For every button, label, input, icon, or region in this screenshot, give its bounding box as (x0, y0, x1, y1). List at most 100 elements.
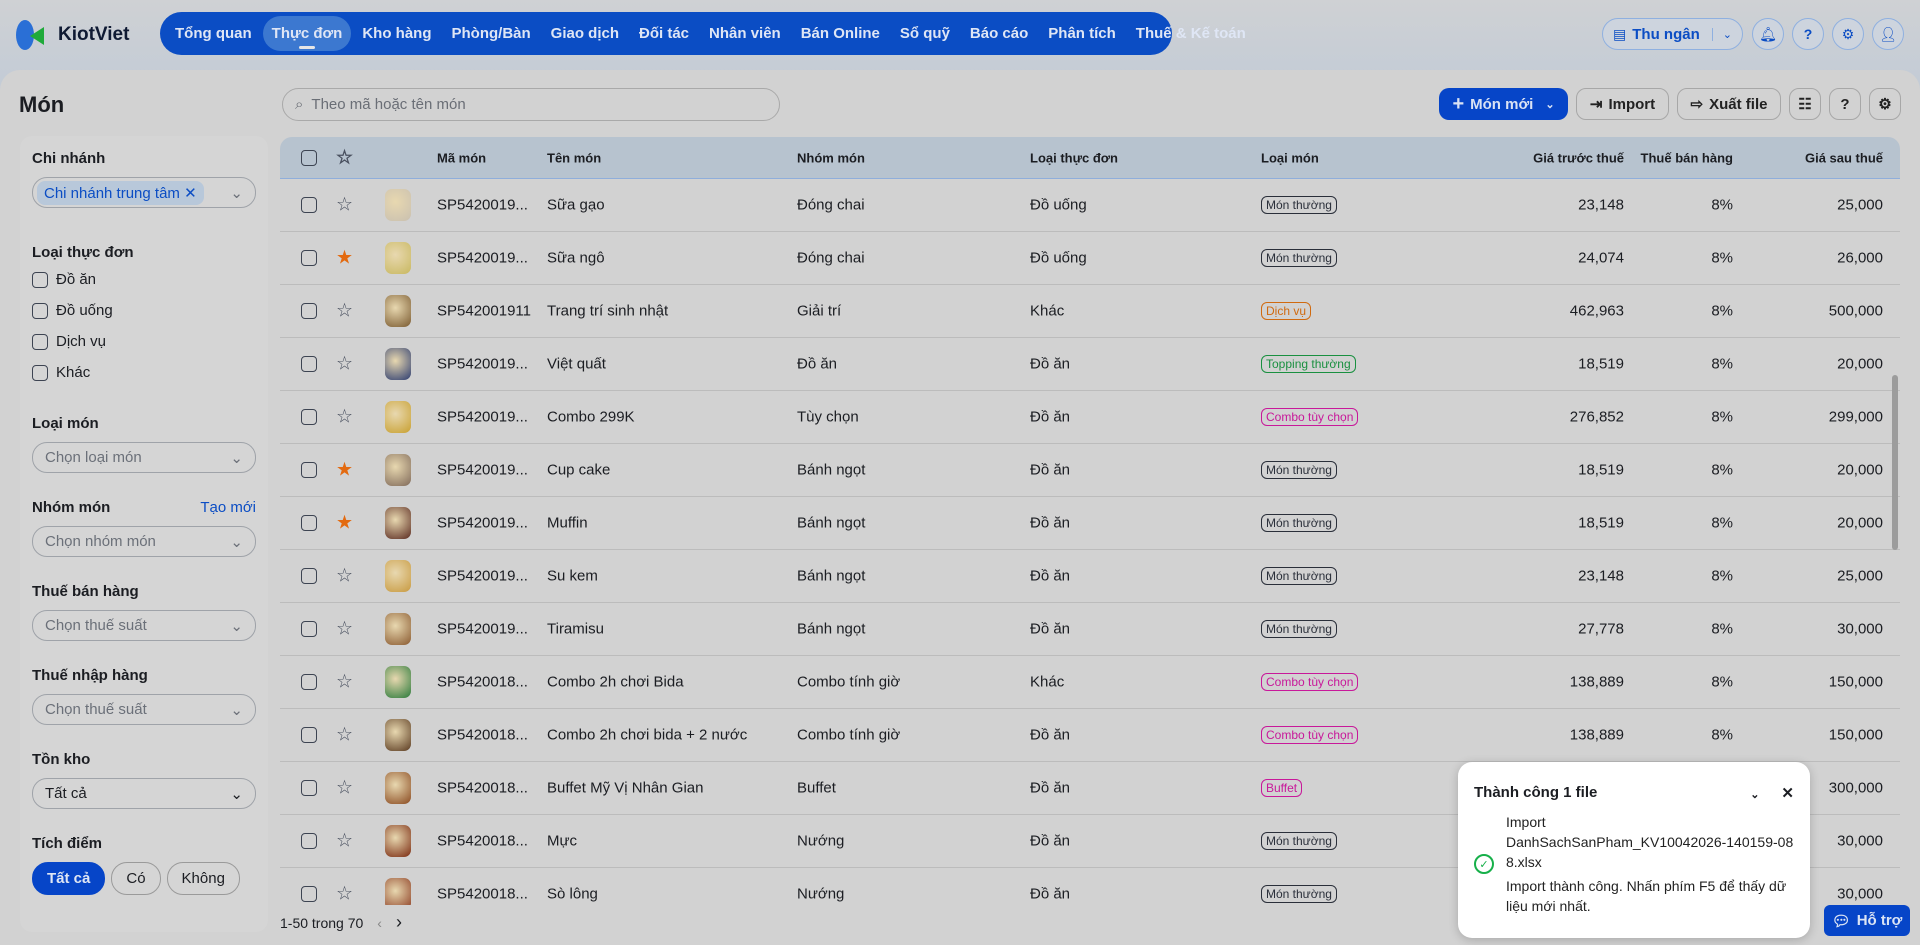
star-outline-icon[interactable]: ☆ (336, 671, 353, 694)
cashier-label[interactable]: Thu ngân (1632, 26, 1700, 43)
menu-type-checkbox[interactable]: Khác (32, 364, 256, 381)
column-toggle-icon[interactable]: ☷ (1789, 88, 1821, 120)
table-row[interactable]: ☆ SP5420018... Combo 2h chơi bida + 2 nước… (280, 709, 1900, 762)
column-header[interactable]: Mã món (437, 150, 486, 165)
menu-type-checkbox[interactable]: Đồ uống (32, 302, 256, 319)
table-row[interactable]: ☆ SP5420019... Sữa gạo Đóng chai Đồ uống Món … (280, 179, 1900, 232)
cashier-button-group[interactable]: ▤ Thu ngân ⌄ (1602, 18, 1743, 50)
checkbox[interactable] (32, 302, 48, 319)
star-outline-icon[interactable]: ☆ (336, 194, 353, 217)
item-code[interactable]: SP5420018... (437, 674, 528, 691)
item-name[interactable]: Combo 299K (547, 409, 635, 426)
nav-item[interactable]: Thực đơn (262, 16, 352, 51)
star-outline-icon[interactable]: ☆ (336, 724, 353, 747)
row-checkbox[interactable] (301, 568, 317, 584)
table-row[interactable]: ☆ SP5420019... Combo 299K Tùy chọn Đồ ăn Comb… (280, 391, 1900, 444)
item-name[interactable]: Sữa ngô (547, 250, 605, 267)
row-checkbox[interactable] (301, 780, 317, 796)
stock-select[interactable]: Tất cả ⌄ (32, 778, 256, 809)
star-filled-icon[interactable]: ★ (336, 512, 353, 535)
table-row[interactable]: ☆ SP5420018... Combo 2h chơi Bida Combo tín… (280, 656, 1900, 709)
item-code[interactable]: SP5420019... (437, 462, 528, 479)
notification-bell-icon[interactable]: 🔔︎ (1752, 18, 1784, 50)
row-checkbox[interactable] (301, 197, 317, 213)
scrollbar[interactable] (1892, 375, 1898, 550)
column-header[interactable]: Loại thực đơn (1030, 150, 1118, 165)
nav-item[interactable]: Phân tích (1039, 16, 1125, 51)
chevron-down-icon[interactable]: ⌄ (1711, 27, 1732, 41)
star-outline-icon[interactable]: ☆ (336, 353, 353, 376)
nav-item[interactable]: Tổng quan (166, 16, 261, 51)
row-checkbox[interactable] (301, 409, 317, 425)
row-checkbox[interactable] (301, 621, 317, 637)
nav-item[interactable]: Giao dịch (542, 16, 628, 51)
points-option[interactable]: Tất cả (32, 862, 106, 895)
row-checkbox[interactable] (301, 886, 317, 902)
settings-gear-icon[interactable]: ⚙ (1832, 18, 1864, 50)
item-name[interactable]: Tiramisu (547, 621, 604, 638)
column-header[interactable]: Thuế bán hàng (1641, 150, 1733, 165)
row-checkbox[interactable] (301, 356, 317, 372)
item-name[interactable]: Su kem (547, 568, 598, 585)
table-row[interactable]: ☆ SP542001911 Trang trí sinh nhật Giải trí K… (280, 285, 1900, 338)
points-option[interactable]: Có (111, 862, 161, 895)
star-outline-icon[interactable]: ☆ (336, 618, 353, 641)
item-code[interactable]: SP5420018... (437, 833, 528, 850)
item-code[interactable]: SP5420018... (437, 727, 528, 744)
nav-item[interactable]: Phòng/Bàn (443, 16, 540, 51)
column-header[interactable]: Giá sau thuế (1805, 150, 1883, 165)
item-name[interactable]: Combo 2h chơi bida + 2 nước (547, 727, 747, 744)
column-header[interactable]: Nhóm món (797, 150, 865, 165)
star-filled-icon[interactable]: ★ (336, 459, 353, 482)
row-checkbox[interactable] (301, 833, 317, 849)
row-checkbox[interactable] (301, 462, 317, 478)
item-name[interactable]: Buffet Mỹ Vị Nhân Gian (547, 780, 703, 797)
import-button[interactable]: ⇥ Import (1576, 88, 1669, 120)
menu-type-checkbox[interactable]: Dịch vụ (32, 333, 256, 350)
item-type-select[interactable]: Chọn loại món ⌄ (32, 442, 256, 473)
checkbox[interactable] (32, 271, 48, 288)
item-code[interactable]: SP5420019... (437, 515, 528, 532)
item-code[interactable]: SP5420019... (437, 356, 528, 373)
group-select[interactable]: Chọn nhóm món ⌄ (32, 526, 256, 557)
table-row[interactable]: ☆ SP5420019... Việt quất Đồ ăn Đồ ăn Topping … (280, 338, 1900, 391)
item-code[interactable]: SP5420019... (437, 568, 528, 585)
item-code[interactable]: SP5420019... (437, 621, 528, 638)
create-group-link[interactable]: Tạo mới (200, 499, 256, 516)
nav-item[interactable]: Nhân viên (700, 16, 790, 51)
nav-item[interactable]: Đối tác (630, 16, 698, 51)
next-page-icon[interactable]: › (396, 912, 402, 933)
column-header[interactable]: Giá trước thuế (1533, 150, 1624, 165)
column-header[interactable]: Tên món (547, 150, 601, 165)
sales-tax-select[interactable]: Chọn thuế suất ⌄ (32, 610, 256, 641)
table-row[interactable]: ☆ SP5420019... Su kem Bánh ngọt Đồ ăn Món thư… (280, 550, 1900, 603)
logo[interactable]: KiotViet (16, 18, 129, 52)
item-code[interactable]: SP5420019... (437, 409, 528, 426)
checkbox[interactable] (32, 333, 48, 350)
prev-page-icon[interactable]: ‹ (377, 915, 382, 931)
search-input[interactable]: ⌕ Theo mã hoặc tên món (282, 88, 780, 121)
item-name[interactable]: Việt quất (547, 356, 606, 373)
points-option[interactable]: Không (166, 862, 240, 895)
item-name[interactable]: Muffin (547, 515, 588, 532)
item-name[interactable]: Mực (547, 833, 577, 850)
column-header[interactable]: Loại món (1261, 150, 1319, 165)
import-tax-select[interactable]: Chọn thuế suất ⌄ (32, 694, 256, 725)
star-outline-icon[interactable]: ☆ (336, 883, 353, 906)
help-icon[interactable]: ? (1792, 18, 1824, 50)
collapse-chevron-icon[interactable]: ⌄ (1750, 789, 1759, 801)
new-item-button[interactable]: + Món mới ⌄ (1439, 88, 1568, 120)
row-checkbox[interactable] (301, 674, 317, 690)
star-outline-icon[interactable]: ☆ (336, 830, 353, 853)
item-code[interactable]: SP5420018... (437, 886, 528, 903)
star-outline-icon[interactable]: ☆ (336, 406, 353, 429)
star-outline-icon[interactable]: ☆ (336, 565, 353, 588)
table-row[interactable]: ★ SP5420019... Muffin Bánh ngọt Đồ ăn Món thư… (280, 497, 1900, 550)
star-outline-icon[interactable]: ☆ (336, 300, 353, 323)
item-code[interactable]: SP542001911 (437, 303, 531, 320)
table-row[interactable]: ★ SP5420019... Sữa ngô Đóng chai Đồ uống Món … (280, 232, 1900, 285)
checkbox[interactable] (32, 364, 48, 381)
nav-item[interactable]: Sổ quỹ (891, 16, 959, 51)
user-icon[interactable]: 👤︎ (1872, 18, 1904, 50)
nav-item[interactable]: Báo cáo (961, 16, 1037, 51)
